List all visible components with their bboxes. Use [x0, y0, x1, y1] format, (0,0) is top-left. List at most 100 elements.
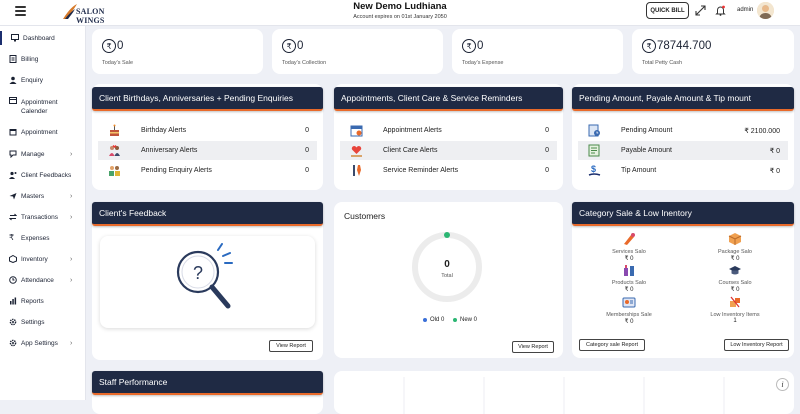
sidebar: Dashboard Billing Enquiry Appointment Ca…	[0, 26, 86, 400]
low-inventory-icon	[730, 296, 740, 308]
sidebar-item-inventory[interactable]: Inventory ›	[0, 252, 86, 266]
category-value: ₹ 0	[730, 287, 740, 293]
pending-header: Pending Amount, Payale Amount & Tip moun…	[572, 87, 794, 111]
category-item-services[interactable]: Services Salo ₹ 0	[594, 232, 664, 262]
alert-row-service-reminder[interactable]: Service Reminder Alerts 0	[340, 161, 557, 180]
legend-new: New 0	[453, 317, 477, 323]
fullscreen-icon[interactable]	[695, 5, 706, 16]
alert-row-client-care[interactable]: Client Care Alerts 0	[340, 141, 557, 160]
legend-old: Old 0	[423, 317, 444, 323]
rupee-icon: ₹	[102, 39, 116, 53]
sidebar-item-transactions[interactable]: Transactions ›	[0, 210, 86, 224]
people-icon	[109, 166, 120, 176]
masters-icon	[9, 193, 17, 200]
rupee-icon: ₹	[282, 39, 296, 53]
stat-card-todays-sale: ₹0 Today's Sale	[92, 29, 263, 74]
pending-clock-icon	[588, 124, 600, 137]
alert-row-pending-enquiry[interactable]: Pending Enquiry Alerts 0	[98, 161, 317, 180]
rupee-icon: ₹	[642, 39, 656, 53]
sidebar-item-dashboard[interactable]: Dashboard	[0, 31, 86, 45]
category-item-package[interactable]: Package Salo ₹ 0	[700, 232, 770, 262]
sidebar-item-label: Expenses	[21, 234, 50, 242]
chevron-right-icon: ›	[70, 339, 73, 347]
avatar[interactable]	[757, 2, 774, 19]
sidebar-item-enquiry[interactable]: Enquiry	[0, 73, 86, 87]
sidebar-item-label: Settings	[21, 318, 45, 326]
stat-label: Today's Sale	[102, 60, 134, 66]
alert-label: Pending Enquiry Alerts	[141, 167, 212, 174]
customers-view-report-button[interactable]: View Report	[512, 341, 554, 353]
alert-label: Client Care Alerts	[383, 147, 438, 154]
sidebar-item-appointment[interactable]: Appointment	[0, 125, 86, 139]
category-item-low-inventory[interactable]: Low Inventory Items 1	[700, 295, 770, 324]
category-sale-report-button[interactable]: Category sale Report	[579, 339, 645, 351]
bell-icon[interactable]	[715, 5, 726, 16]
enquiry-icon	[9, 76, 17, 84]
alert-count: 0	[305, 167, 309, 174]
alert-row-pending-amount[interactable]: Pending Amount ₹ 2100.000	[578, 121, 788, 140]
monitor-icon	[11, 34, 19, 42]
category-item-courses[interactable]: Courses Salo ₹ 0	[700, 263, 770, 293]
sidebar-item-settings[interactable]: Settings	[0, 315, 86, 329]
customers-total-label: Total	[441, 273, 453, 279]
attendance-icon	[9, 276, 17, 284]
sidebar-item-billing[interactable]: Billing	[0, 52, 86, 66]
customers-card: Customers 0 Total Old 0 New 0 View Repor…	[334, 202, 563, 358]
category-item-memberships[interactable]: Memberships Sale ₹ 0	[594, 295, 664, 325]
sidebar-item-label: Reports	[21, 297, 44, 305]
staff-chart-card	[334, 371, 794, 414]
alert-row-appointment[interactable]: Appointment Alerts 0	[340, 121, 557, 140]
billing-icon	[9, 55, 17, 63]
sidebar-item-app-settings[interactable]: App Settings ›	[0, 336, 86, 350]
alert-amount: ₹ 0	[769, 147, 780, 155]
donut-marker	[444, 232, 450, 238]
stat-value: 0	[477, 40, 484, 52]
feedback-icon	[9, 171, 17, 179]
menu-icon[interactable]	[15, 6, 26, 16]
category-item-products[interactable]: Products Salo ₹ 0	[594, 263, 664, 293]
stat-label: Today's Expense	[462, 60, 504, 66]
sidebar-item-manage[interactable]: Manage ›	[0, 147, 86, 161]
quick-bill-button[interactable]: QUICK BILL	[646, 2, 689, 19]
tip-money-icon: $	[588, 164, 601, 176]
alert-label: Payable Amount	[621, 147, 672, 154]
category-value: 1	[733, 318, 737, 324]
stat-card-total-petty-cash: ₹78744.700 Total Petty Cash	[632, 29, 794, 74]
rupee-icon: ₹	[9, 233, 15, 242]
alert-count: 0	[545, 147, 549, 154]
services-icon	[624, 233, 635, 245]
stat-label: Today's Collection	[282, 60, 327, 66]
low-inventory-report-button[interactable]: Low Inventory Report	[724, 339, 789, 351]
alert-count: 0	[305, 127, 309, 134]
payable-document-icon	[588, 144, 600, 157]
feedback-view-report-button[interactable]: View Report	[269, 340, 313, 352]
products-icon	[624, 265, 634, 276]
category-header: Category Sale & Low Inentory	[572, 202, 794, 226]
sidebar-item-label: Manage	[21, 150, 45, 158]
page-title: New Demo Ludhiana	[353, 1, 447, 12]
logo: SALON WINGS	[62, 3, 120, 25]
info-icon[interactable]: i	[776, 378, 789, 391]
magnifier-question-icon: ?	[176, 243, 233, 309]
sidebar-item-attendance[interactable]: Attendance ›	[0, 273, 86, 287]
alert-row-anniversary[interactable]: Anniversary Alerts 0	[98, 141, 317, 160]
chevron-right-icon: ›	[70, 276, 73, 284]
alert-row-tip-amount[interactable]: $ Tip Amount ₹ 0	[578, 161, 788, 180]
appointments-header: Appointments, Client Care & Service Remi…	[334, 87, 563, 111]
sidebar-item-masters[interactable]: Masters ›	[0, 189, 86, 203]
membership-icon	[622, 297, 636, 308]
sidebar-item-label: Inventory	[21, 255, 48, 263]
alert-label: Appointment Alerts	[383, 127, 442, 134]
alert-row-payable-amount[interactable]: Payable Amount ₹ 0	[578, 141, 788, 160]
sidebar-item-expenses[interactable]: ₹ Expenses	[0, 231, 86, 245]
sidebar-item-client-feedbacks[interactable]: Client Feedbacks	[0, 168, 86, 182]
sidebar-item-label: Transactions	[21, 213, 58, 221]
alert-label: Birthday Alerts	[141, 127, 187, 134]
transactions-icon	[9, 213, 17, 221]
sidebar-item-reports[interactable]: Reports	[0, 294, 86, 308]
chevron-right-icon: ›	[70, 192, 73, 200]
sidebar-item-appointment-calender[interactable]: Appointment Calender	[0, 95, 86, 115]
old-dot	[423, 318, 427, 322]
category-value: ₹ 0	[624, 287, 634, 293]
alert-row-birthday[interactable]: Birthday Alerts 0	[98, 121, 317, 140]
